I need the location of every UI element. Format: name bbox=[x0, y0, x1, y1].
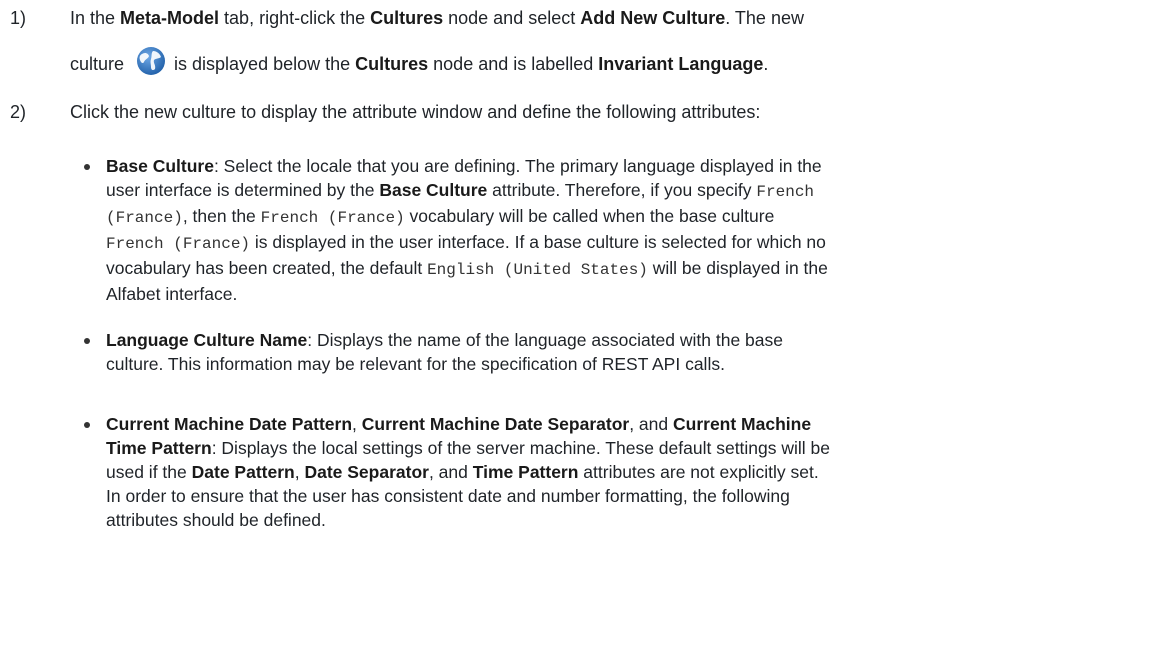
globe-icon bbox=[136, 46, 166, 76]
step-1-line-1: In the Meta-Model tab, right-click the C… bbox=[70, 8, 804, 28]
bold-term: Cultures bbox=[370, 8, 444, 28]
step-1: 1) In the Meta-Model tab, right-click th… bbox=[0, 0, 1160, 90]
step-number: 1) bbox=[10, 8, 27, 28]
step-number: 2) bbox=[10, 102, 27, 122]
bullet-text: Language Culture Name: Displays the name… bbox=[106, 330, 784, 374]
bullet-text: Base Culture: Select the locale that you… bbox=[106, 156, 828, 304]
bullet-dot bbox=[84, 338, 90, 344]
bullet-text: Current Machine Date Pattern, Current Ma… bbox=[106, 414, 831, 530]
bullet-dot bbox=[84, 164, 90, 170]
bold-term: Add New Culture bbox=[580, 8, 726, 28]
bold-term: Invariant Language bbox=[598, 54, 764, 74]
bullet-dot bbox=[84, 422, 90, 428]
step-2-text: Click the new culture to display the att… bbox=[70, 102, 761, 122]
bold-term: Cultures bbox=[355, 54, 429, 74]
document-page: 1) In the Meta-Model tab, right-click th… bbox=[0, 0, 1168, 662]
step-2: 2) Click the new culture to display the … bbox=[0, 94, 1160, 130]
step-1-line-2: culture is displayed below the Cultures n… bbox=[70, 46, 768, 82]
bold-term: Meta-Model bbox=[120, 8, 220, 28]
